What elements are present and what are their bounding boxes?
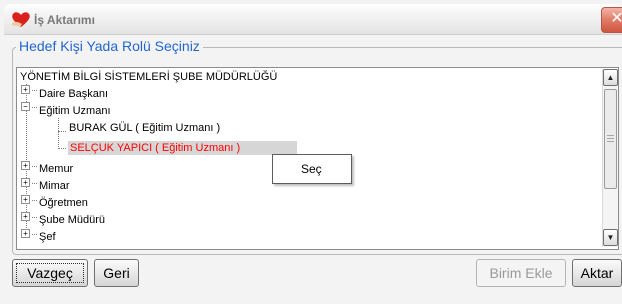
expand-icon[interactable]: +: [21, 195, 30, 204]
app-icon: [12, 12, 30, 27]
expand-icon[interactable]: +: [21, 85, 30, 94]
tree-node-mimar[interactable]: Mimar: [39, 180, 70, 193]
tree-line: [32, 90, 37, 91]
transfer-button[interactable]: Aktar: [572, 259, 622, 287]
tree-leaf-burak-gul[interactable]: BURAK GÜL ( Eğitim Uzmanı ): [69, 122, 220, 135]
group-title: Hedef Kişi Yada Rolü Seçiniz: [16, 38, 203, 54]
title-bar[interactable]: İş Aktarımı ✕: [4, 4, 622, 35]
collapse-icon[interactable]: −: [21, 102, 30, 111]
close-icon: ✕: [610, 10, 622, 27]
expand-icon[interactable]: +: [21, 161, 30, 170]
tree-node-memur[interactable]: Memur: [39, 163, 73, 176]
scroll-down-button[interactable]: ▼: [603, 229, 618, 246]
back-button-label: Geri: [103, 265, 130, 281]
tree-node-ogretmen[interactable]: Öğretmen: [39, 197, 88, 210]
tree-line: [32, 166, 37, 167]
focus-rectangle: [16, 263, 84, 283]
scroll-up-button[interactable]: ▲: [603, 69, 618, 86]
tree-node-egitim-uzmani[interactable]: Eğitim Uzmanı: [39, 105, 111, 118]
tree-line: [58, 131, 66, 132]
expand-icon[interactable]: +: [21, 212, 30, 221]
arrow-up-icon: ▲: [606, 73, 615, 82]
tree-line: [32, 183, 37, 184]
tree-line: [32, 234, 37, 235]
vertical-scrollbar[interactable]: ▲ ▼: [602, 69, 618, 247]
tree-node-daire-baskani[interactable]: Daire Başkanı: [39, 88, 108, 101]
transfer-button-label: Aktar: [580, 265, 614, 281]
tree-node-sef[interactable]: Şef: [39, 231, 56, 244]
cancel-button[interactable]: Vazgeç: [12, 259, 88, 287]
tree-line: [32, 107, 37, 108]
tree-line: [58, 118, 59, 149]
grip-line: [607, 141, 614, 142]
scroll-thumb[interactable]: [604, 89, 617, 189]
back-button[interactable]: Geri: [94, 259, 139, 287]
context-menu-item-select[interactable]: Seç: [301, 162, 322, 176]
add-unit-button-label: Birim Ekle: [489, 265, 553, 281]
tree-root[interactable]: YÖNETİM BİLGİ SİSTEMLERİ ŞUBE MÜDÜRLÜĞÜ: [20, 71, 277, 84]
context-menu: Seç: [272, 154, 352, 184]
expand-icon[interactable]: +: [21, 178, 30, 187]
window-title: İş Aktarımı: [34, 13, 95, 27]
tree-line: [58, 148, 66, 149]
grip-line: [607, 135, 614, 136]
tree-line: [32, 217, 37, 218]
expand-icon[interactable]: +: [21, 229, 30, 238]
grip-line: [607, 138, 614, 139]
tree-node-sube-muduru[interactable]: Şube Müdürü: [39, 214, 105, 227]
close-button[interactable]: ✕: [601, 7, 622, 33]
transfer-dialog: İş Aktarımı ✕ Hedef Kişi Yada Rolü Seçin…: [0, 0, 622, 304]
arrow-down-icon: ▼: [606, 233, 615, 242]
tree-line: [32, 200, 37, 201]
add-unit-button[interactable]: Birim Ekle: [476, 259, 566, 287]
tree-leaf-selcuk-yapici[interactable]: SELÇUK YAPICI ( Eğitim Uzmanı ): [70, 142, 240, 155]
